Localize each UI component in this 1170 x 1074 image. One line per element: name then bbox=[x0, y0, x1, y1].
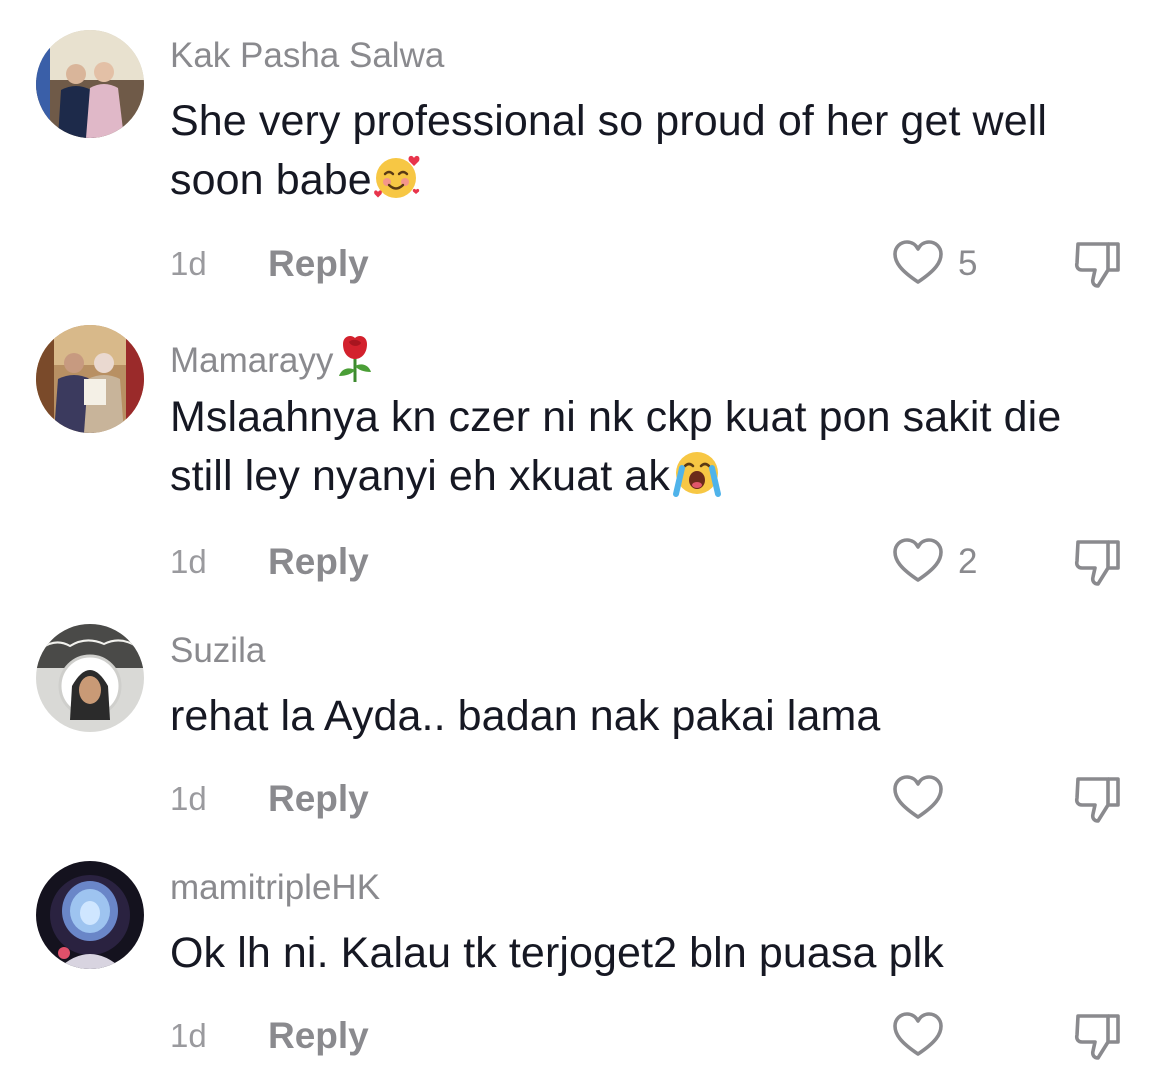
heart-outline-icon bbox=[893, 1012, 943, 1056]
dislike-button[interactable] bbox=[1070, 1008, 1126, 1064]
like-button[interactable] bbox=[890, 1010, 946, 1060]
reply-button[interactable]: Reply bbox=[268, 779, 369, 819]
smiling-face-with-hearts-icon bbox=[372, 152, 422, 218]
username-text: Mamarayy bbox=[170, 341, 334, 380]
avatar[interactable] bbox=[36, 624, 144, 732]
comment-time: 1d bbox=[170, 245, 207, 282]
heart-outline-icon bbox=[893, 538, 943, 582]
rose-icon bbox=[333, 332, 377, 393]
dislike-button[interactable] bbox=[1070, 534, 1126, 590]
like-count: 2 bbox=[958, 542, 978, 581]
like-count: 5 bbox=[958, 244, 978, 283]
thumbs-down-outline-icon bbox=[1074, 540, 1120, 586]
comment-text-body: Mslaahnya kn czer ni nk ckp kuat pon sak… bbox=[170, 393, 1062, 500]
comment-text: rehat la Ayda.. badan nak pakai lama bbox=[170, 687, 1110, 746]
thumbs-down-outline-icon bbox=[1074, 242, 1120, 288]
like-button[interactable] bbox=[890, 773, 946, 823]
like-button[interactable] bbox=[890, 238, 946, 288]
reply-button[interactable]: Reply bbox=[268, 542, 369, 582]
comment-time: 1d bbox=[170, 1017, 207, 1054]
comment-text-body: She very professional so proud of her ge… bbox=[170, 97, 1048, 204]
comment-text: Mslaahnya kn czer ni nk ckp kuat pon sak… bbox=[170, 388, 1110, 514]
comment-username[interactable]: Mamarayy bbox=[170, 332, 377, 393]
thumbs-down-outline-icon bbox=[1074, 777, 1120, 823]
comment-username[interactable]: mamitripleHK bbox=[170, 868, 380, 908]
avatar[interactable] bbox=[36, 325, 144, 433]
reply-button[interactable]: Reply bbox=[268, 244, 369, 284]
reply-button[interactable]: Reply bbox=[268, 1016, 369, 1056]
comment-time: 1d bbox=[170, 780, 207, 817]
dislike-button[interactable] bbox=[1070, 771, 1126, 827]
comment-time: 1d bbox=[170, 543, 207, 580]
like-button[interactable] bbox=[890, 536, 946, 586]
comment-text-body: rehat la Ayda.. badan nak pakai lama bbox=[170, 692, 881, 740]
heart-outline-icon bbox=[893, 240, 943, 284]
loudly-crying-face-icon bbox=[670, 448, 724, 514]
dislike-button[interactable] bbox=[1070, 236, 1126, 292]
comment-text: She very professional so proud of her ge… bbox=[170, 92, 1110, 218]
comment-text: Ok lh ni. Kalau tk terjoget2 bln puasa p… bbox=[170, 924, 1110, 983]
avatar[interactable] bbox=[36, 861, 144, 969]
heart-outline-icon bbox=[893, 775, 943, 819]
comment-username[interactable]: Suzila bbox=[170, 631, 265, 671]
avatar[interactable] bbox=[36, 30, 144, 138]
thumbs-down-outline-icon bbox=[1074, 1014, 1120, 1060]
comment-text-body: Ok lh ni. Kalau tk terjoget2 bln puasa p… bbox=[170, 929, 944, 977]
comment-username[interactable]: Kak Pasha Salwa bbox=[170, 36, 444, 76]
